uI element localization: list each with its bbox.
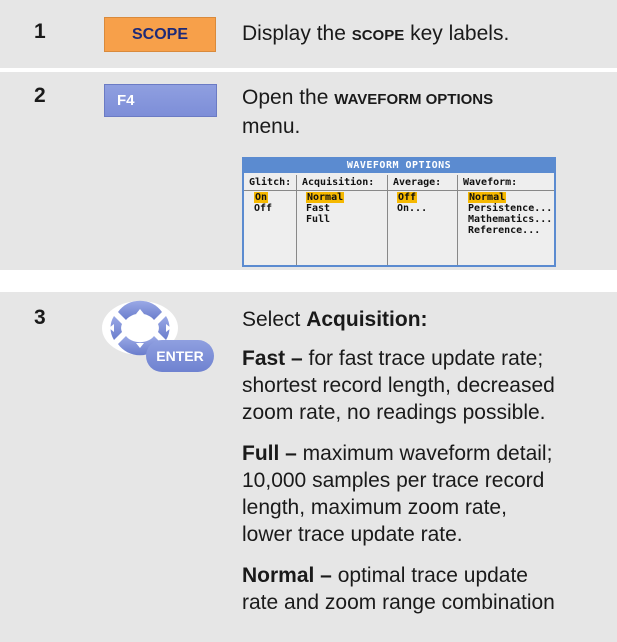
- step-1-row: 1 SCOPE Display the SCOPE key labels.: [0, 0, 617, 68]
- fast-paragraph: Fast – for fast trace update rate; short…: [242, 345, 612, 426]
- menu-column-divider: [387, 175, 388, 265]
- paragraph-line: rate and zoom range combination: [242, 591, 555, 614]
- waveform-options: Normal Persistence... Mathematics... Ref…: [468, 192, 552, 236]
- menu-option[interactable]: On...: [397, 203, 427, 214]
- scope-key-button[interactable]: SCOPE: [104, 17, 216, 52]
- menu-title: WAVEFORM OPTIONS: [244, 159, 554, 173]
- paragraph-line: zoom rate, no readings possible.: [242, 401, 546, 424]
- step-3-description: Select Acquisition:: [242, 306, 428, 333]
- desc-bold-term: Acquisition:: [306, 308, 428, 331]
- menu-column-divider: [457, 175, 458, 265]
- step-2-row: 2 F4 Open the WAVEFORM OPTIONS menu. WAV…: [0, 72, 617, 270]
- menu-option-selected[interactable]: Normal: [306, 192, 345, 203]
- menu-option-selected[interactable]: On: [254, 192, 269, 203]
- paragraph-line: shortest record length, decreased: [242, 374, 555, 397]
- desc-text: Open the: [242, 86, 335, 109]
- f4-key-button[interactable]: F4: [104, 84, 217, 117]
- acquisition-header: Acquisition:: [302, 177, 375, 188]
- menu-option[interactable]: Off: [254, 203, 272, 214]
- menu-option[interactable]: Persistence...: [468, 203, 552, 214]
- paragraph-line: length, maximum zoom rate,: [242, 496, 507, 519]
- menu-header-divider: [244, 190, 554, 191]
- menu-option[interactable]: Reference...: [468, 225, 552, 236]
- average-header: Average:: [393, 177, 442, 188]
- step-1-description: Display the SCOPE key labels.: [242, 20, 509, 49]
- glitch-header: Glitch:: [249, 177, 292, 188]
- waveform-header: Waveform:: [463, 177, 518, 188]
- paragraph-line: lower trace update rate.: [242, 523, 463, 546]
- menu-option[interactable]: Mathematics...: [468, 214, 552, 225]
- step-2-description: Open the WAVEFORM OPTIONS menu.: [242, 84, 493, 140]
- paragraph-term: Fast –: [242, 347, 303, 370]
- average-options: Off On...: [397, 192, 427, 214]
- enter-key-button[interactable]: ENTER: [146, 340, 214, 372]
- desc-text: key labels.: [404, 22, 510, 45]
- normal-paragraph: Normal – optimal trace update rate and z…: [242, 562, 612, 616]
- glitch-options: On Off: [254, 192, 272, 214]
- desc-text: Select: [242, 308, 307, 331]
- menu-option-selected[interactable]: Off: [397, 192, 418, 203]
- menu-option[interactable]: Full: [306, 214, 344, 225]
- paragraph-line: optimal trace update: [331, 564, 528, 587]
- waveform-options-menu: WAVEFORM OPTIONS Glitch: Acquisition: Av…: [242, 157, 556, 267]
- paragraph-line: maximum waveform detail;: [296, 442, 553, 465]
- step-number: 1: [34, 20, 46, 43]
- step-3-row: 3 ENTER Select Acquisition: Fast – for f…: [0, 292, 617, 642]
- desc-text: menu.: [242, 115, 301, 138]
- paragraph-line: for fast trace update rate;: [302, 347, 544, 370]
- paragraph-line: 10,000 samples per trace record: [242, 469, 545, 492]
- menu-option[interactable]: Fast: [306, 203, 344, 214]
- desc-menu-name: WAVEFORM OPTIONS: [334, 91, 494, 108]
- menu-column-divider: [296, 175, 297, 265]
- acquisition-options: Normal Fast Full: [306, 192, 345, 225]
- full-paragraph: Full – maximum waveform detail; 10,000 s…: [242, 440, 612, 548]
- step-number: 3: [34, 306, 46, 329]
- menu-option-selected[interactable]: Normal: [468, 192, 507, 203]
- step-number: 2: [34, 84, 46, 107]
- desc-text: Display the: [242, 22, 352, 45]
- paragraph-term: Full –: [242, 442, 297, 465]
- paragraph-term: Normal –: [242, 564, 332, 587]
- desc-key-name: SCOPE: [351, 27, 405, 44]
